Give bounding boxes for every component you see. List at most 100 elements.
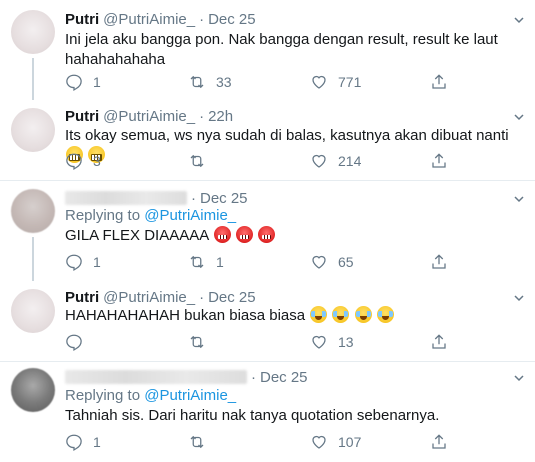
- replying-to: Replying to @PutriAimie_: [65, 387, 236, 404]
- share-button[interactable]: [430, 252, 448, 272]
- reply-button[interactable]: 1: [65, 252, 101, 272]
- share-icon: [432, 434, 446, 449]
- tweet-header: Putri @PutriAimie_ · Dec 25: [65, 288, 256, 306]
- thread-line: [32, 237, 34, 281]
- heart-icon: [312, 335, 326, 349]
- retweet-button[interactable]: [188, 332, 216, 352]
- like-count: 214: [338, 153, 362, 169]
- replying-to-label: Replying to: [65, 387, 141, 404]
- tweet[interactable]: Putri @PutriAimie_ · 22h Its okay semua,…: [0, 100, 535, 181]
- crying-laughing-emoji: [376, 306, 394, 323]
- tweet-header: Putri @PutriAimie_ · Dec 25: [65, 10, 256, 28]
- chevron-down-icon[interactable]: [513, 292, 525, 304]
- username[interactable]: @PutriAimie_: [103, 11, 195, 28]
- retweet-button[interactable]: [188, 151, 216, 171]
- tweet[interactable]: · Dec 25 Replying to @PutriAimie_ GILA F…: [0, 181, 535, 281]
- reply-count: 1: [93, 254, 101, 270]
- chevron-down-icon[interactable]: [513, 14, 525, 26]
- heart-icon: [312, 75, 326, 89]
- thread-line: [32, 58, 34, 100]
- retweet-count: 33: [216, 74, 232, 90]
- replying-to-label: Replying to: [65, 207, 141, 224]
- avatar[interactable]: [11, 289, 55, 333]
- retweet-button[interactable]: 1: [188, 252, 224, 272]
- retweet-count: 1: [216, 254, 224, 270]
- timestamp[interactable]: Dec 25: [200, 190, 248, 207]
- chevron-down-icon[interactable]: [513, 193, 525, 205]
- tweet[interactable]: Putri @PutriAimie_ · Dec 25 HAHAHAHAHAH …: [0, 281, 535, 362]
- like-button[interactable]: 771: [310, 72, 361, 92]
- redacted-name: [65, 370, 247, 384]
- reply-icon: [66, 334, 82, 351]
- like-button[interactable]: 214: [310, 151, 361, 171]
- like-count: 65: [338, 254, 354, 270]
- angry-face-emoji: [235, 226, 253, 243]
- share-button[interactable]: [430, 151, 448, 171]
- share-button[interactable]: [430, 332, 448, 352]
- tweet-text: Tahniah sis. Dari haritu nak tanya quota…: [65, 407, 440, 424]
- retweet-icon: [190, 75, 204, 89]
- separator-dot: ·: [191, 189, 196, 207]
- like-button[interactable]: 13: [310, 332, 354, 352]
- retweet-button[interactable]: 33: [188, 72, 232, 92]
- timeline: Putri @PutriAimie_ · Dec 25 Ini jela aku…: [0, 0, 535, 462]
- like-count: 771: [338, 74, 362, 90]
- share-button[interactable]: [430, 72, 448, 92]
- username[interactable]: @PutriAimie_: [103, 108, 195, 125]
- replying-to-link[interactable]: @PutriAimie_: [144, 207, 236, 224]
- retweet-icon: [190, 435, 204, 449]
- redacted-name: [65, 191, 187, 205]
- display-name[interactable]: Putri: [65, 11, 99, 28]
- tweet[interactable]: Putri @PutriAimie_ · Dec 25 Ini jela aku…: [0, 0, 535, 100]
- like-count: 13: [338, 334, 354, 350]
- reply-button[interactable]: 3: [65, 151, 101, 171]
- username[interactable]: @PutriAimie_: [103, 289, 195, 306]
- reply-button[interactable]: 1: [65, 432, 101, 452]
- avatar[interactable]: [11, 108, 55, 152]
- tweet[interactable]: · Dec 25 Replying to @PutriAimie_ Tahnia…: [0, 362, 535, 462]
- crying-laughing-emoji: [354, 306, 372, 323]
- heart-icon: [312, 435, 326, 449]
- like-count: 107: [338, 434, 362, 450]
- replying-to: Replying to @PutriAimie_: [65, 207, 236, 224]
- timestamp[interactable]: Dec 25: [260, 369, 308, 386]
- tweet-actions: 13: [65, 332, 485, 352]
- tweet-text: HAHAHAHAHAH bukan biasa biasa: [65, 307, 306, 324]
- display-name[interactable]: Putri: [65, 108, 99, 125]
- share-button[interactable]: [430, 432, 448, 452]
- angry-face-emoji: [257, 226, 275, 243]
- avatar[interactable]: [11, 10, 55, 54]
- tweet-header: · Dec 25: [65, 368, 308, 386]
- reply-count: 3: [93, 153, 101, 169]
- separator-dot: ·: [199, 10, 205, 28]
- avatar[interactable]: [11, 368, 55, 412]
- replying-to-link[interactable]: @PutriAimie_: [144, 387, 236, 404]
- timestamp[interactable]: Dec 25: [208, 11, 256, 28]
- share-icon: [432, 254, 446, 269]
- separator-dot: ·: [199, 107, 205, 125]
- like-button[interactable]: 107: [310, 432, 361, 452]
- tweet-actions: 3 214: [65, 151, 485, 171]
- chevron-down-icon[interactable]: [513, 111, 525, 123]
- timestamp[interactable]: Dec 25: [208, 289, 256, 306]
- retweet-button[interactable]: [188, 432, 216, 452]
- retweet-icon: [190, 255, 204, 269]
- tweet-header: · Dec 25: [65, 189, 248, 207]
- share-icon: [432, 153, 446, 168]
- avatar[interactable]: [11, 189, 55, 233]
- reply-count: 1: [93, 434, 101, 450]
- tweet-text-row: HAHAHAHAHAH bukan biasa biasa: [65, 306, 520, 326]
- tweet-text-row: GILA FLEX DIAAAAA: [65, 226, 520, 246]
- timestamp[interactable]: 22h: [208, 108, 233, 125]
- share-icon: [432, 334, 446, 349]
- angry-face-emoji: [213, 226, 231, 243]
- chevron-down-icon[interactable]: [513, 372, 525, 384]
- like-button[interactable]: 65: [310, 252, 354, 272]
- crying-laughing-emoji: [332, 306, 350, 323]
- tweet-text: Ini jela aku bangga pon. Nak bangga deng…: [65, 31, 498, 68]
- display-name[interactable]: Putri: [65, 289, 99, 306]
- reply-icon: [66, 153, 82, 170]
- separator-dot: ·: [199, 288, 205, 306]
- reply-button[interactable]: 1: [65, 72, 101, 92]
- reply-button[interactable]: [65, 332, 93, 352]
